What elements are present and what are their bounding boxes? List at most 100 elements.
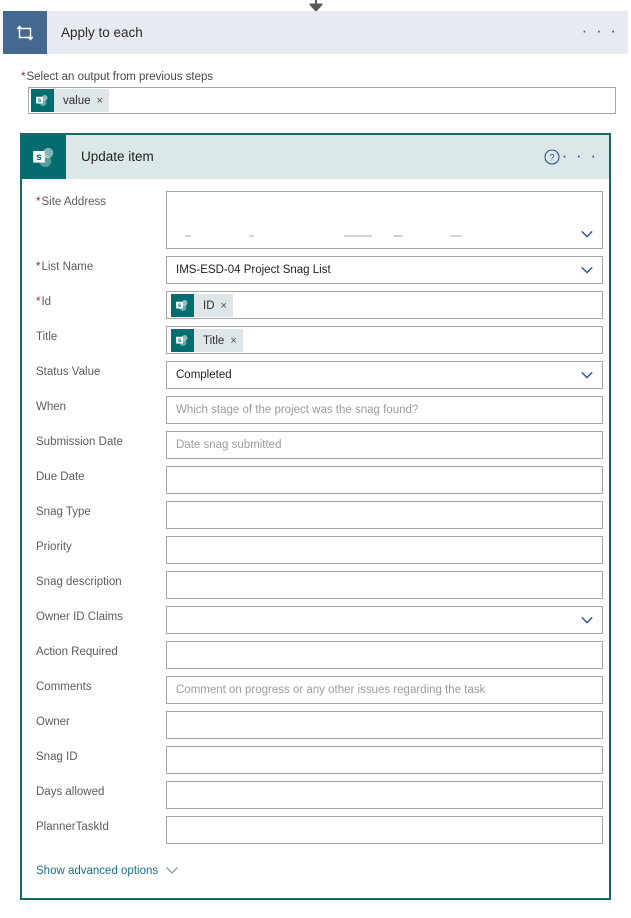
chevron-down-icon[interactable] (580, 614, 594, 626)
form-row-plannertaskid: PlannerTaskId (22, 813, 609, 848)
form-row-snag-id: Snag ID (22, 743, 609, 778)
field-input-snag-type[interactable] (166, 501, 603, 529)
field-placeholder-when: Which stage of the project was the snag … (176, 404, 419, 416)
token-chip-id[interactable]: s ID × (171, 294, 233, 317)
field-input-submission-date[interactable]: Date snag submitted (166, 431, 603, 459)
chevron-down-glyph (581, 616, 593, 624)
field-input-owner[interactable] (166, 711, 603, 739)
chevron-down-icon[interactable] (580, 369, 594, 381)
field-input-due-date[interactable] (166, 466, 603, 494)
form-row-snag-description: Snag description (22, 568, 609, 603)
select-output-label: *Select an output from previous steps (21, 71, 213, 83)
token-remove-icon[interactable]: × (230, 335, 236, 347)
help-circle-icon[interactable]: ? (544, 149, 560, 165)
field-label-owner: Owner (36, 716, 176, 728)
field-label-snag-description: Snag description (36, 576, 176, 588)
form-row-comments: Comments Comment on progress or any other… (22, 673, 609, 708)
required-asterisk: * (21, 71, 26, 83)
field-label-status-value: Status Value (36, 366, 176, 378)
field-label-owner-id-claims: Owner ID Claims (36, 611, 176, 623)
field-label-text: Site Address (41, 196, 107, 208)
select-output-input[interactable]: s value × (28, 87, 616, 114)
token-remove-icon[interactable]: × (97, 95, 103, 107)
required-asterisk: * (36, 196, 41, 208)
field-input-snag-id[interactable] (166, 746, 603, 774)
field-label-site-address: *Site Address (36, 196, 176, 208)
apply-to-each-menu-button[interactable]: · · · (582, 11, 618, 54)
field-input-days-allowed[interactable] (166, 781, 603, 809)
svg-text:s: s (36, 152, 42, 163)
field-input-id[interactable]: s ID × (166, 291, 603, 319)
field-label-text: Snag Type (36, 506, 91, 518)
field-input-when[interactable]: Which stage of the project was the snag … (166, 396, 603, 424)
sharepoint-glyph: s (176, 299, 188, 312)
token-chip-title[interactable]: s Title × (171, 329, 243, 352)
sharepoint-glyph: s (176, 334, 188, 347)
repeat-loop-icon (3, 11, 47, 54)
field-placeholder-comments: Comment on progress or any other issues … (176, 684, 486, 696)
field-input-snag-description[interactable] (166, 571, 603, 599)
sharepoint-glyph: s (33, 147, 54, 168)
required-asterisk: * (36, 296, 41, 308)
field-input-status-value[interactable]: Completed (166, 361, 603, 389)
sharepoint-glyph: s (36, 94, 48, 107)
field-placeholder-submission-date: Date snag submitted (176, 439, 282, 451)
field-input-priority[interactable] (166, 536, 603, 564)
chevron-down-icon[interactable] (580, 264, 594, 276)
sharepoint-icon: s (171, 329, 194, 352)
field-input-comments[interactable]: Comment on progress or any other issues … (166, 676, 603, 704)
form-row-submission-date: Submission Date Date snag submitted (22, 428, 609, 463)
form-row-title: Title s Title × (22, 323, 609, 358)
update-item-title: Update item (81, 149, 154, 164)
update-item-card: s Update item ? · · · *Site Address *List… (20, 133, 611, 900)
chevron-down-icon[interactable] (580, 228, 594, 240)
field-label-id: *Id (36, 296, 176, 308)
field-input-plannertaskid[interactable] (166, 816, 603, 844)
field-input-action-required[interactable] (166, 641, 603, 669)
form-row-snag-type: Snag Type (22, 498, 609, 533)
chevron-down-glyph (581, 266, 593, 274)
form-row-list-name: *List Name IMS-ESD-04 Project Snag List (22, 253, 609, 288)
field-label-text: Title (36, 331, 58, 343)
apply-to-each-card[interactable]: Apply to each · · · (3, 11, 628, 54)
field-label-text: Owner (36, 716, 70, 728)
sharepoint-icon: s (171, 294, 194, 317)
form-row-status-value: Status Value Completed (22, 358, 609, 393)
repeat-loop-glyph (16, 24, 34, 41)
required-asterisk: * (36, 261, 41, 273)
field-label-text: Days allowed (36, 786, 105, 798)
token-chip-value[interactable]: s value × (31, 89, 109, 112)
field-label-text: PlannerTaskId (36, 821, 109, 833)
field-input-site-address[interactable] (166, 191, 603, 249)
field-input-title[interactable]: s Title × (166, 326, 603, 354)
flow-connector-arrow (0, 0, 631, 11)
update-item-menu-button[interactable]: · · · (562, 135, 598, 179)
token-remove-icon[interactable]: × (221, 300, 227, 312)
form-row-owner-id-claims: Owner ID Claims (22, 603, 609, 638)
redacted-site-address (177, 235, 556, 243)
form-row-id: *Id s ID × (22, 288, 609, 323)
field-label-snag-id: Snag ID (36, 751, 176, 763)
field-label-due-date: Due Date (36, 471, 176, 483)
field-label-text: List Name (41, 261, 94, 273)
token-label: ID (203, 299, 215, 312)
show-advanced-options-button[interactable]: Show advanced options (36, 864, 179, 878)
field-label-when: When (36, 401, 176, 413)
field-label-priority: Priority (36, 541, 176, 553)
show-advanced-options-label: Show advanced options (36, 865, 159, 877)
field-value-list-name: IMS-ESD-04 Project Snag List (176, 264, 331, 276)
field-label-text: Snag ID (36, 751, 78, 763)
token-label: Title (203, 334, 225, 347)
help-circle-glyph: ? (544, 149, 560, 165)
update-item-header[interactable]: s Update item ? · · · (22, 135, 609, 179)
chevron-down-glyph (581, 230, 593, 238)
select-output-label-text: Select an output from previous steps (26, 71, 214, 83)
form-row-due-date: Due Date (22, 463, 609, 498)
arrow-down-icon (308, 0, 323, 11)
sharepoint-icon: s (22, 135, 66, 179)
form-row-site-address: *Site Address (22, 188, 609, 253)
apply-to-each-body: *Select an output from previous steps s … (3, 54, 628, 122)
field-input-owner-id-claims[interactable] (166, 606, 603, 634)
field-input-list-name[interactable]: IMS-ESD-04 Project Snag List (166, 256, 603, 284)
field-label-title: Title (36, 331, 176, 343)
